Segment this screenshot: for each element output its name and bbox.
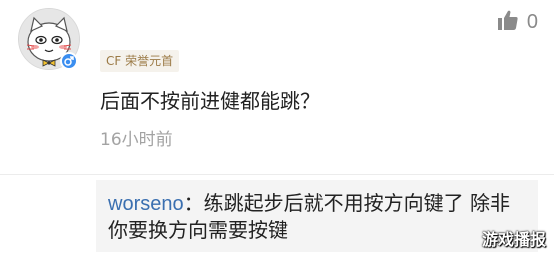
reply-username[interactable]: worseno [108, 193, 184, 215]
comment-text: 后面不按前进健都能跳？ [100, 89, 320, 113]
reply-box[interactable]: worseno：练跳起步后就不用按方向键了 除非你要换方向需要按键 [96, 180, 538, 252]
watermark: 游戏播报 [481, 230, 546, 249]
like-count: 0 [526, 11, 538, 33]
thumbs-up-icon [497, 9, 519, 35]
reply-content: worseno：练跳起步后就不用按方向键了 除非你要换方向需要按键 [108, 190, 522, 243]
divider [0, 174, 554, 175]
comment-timestamp: 16小时前 [100, 130, 173, 150]
reply-colon: ： [183, 191, 204, 215]
male-gender-icon [60, 52, 78, 70]
rank-badge: CF 荣誉元首 [100, 50, 180, 72]
comment-card: 0 CF 荣誉元首 后面不按前进健都能跳？ 16小时前 worseno：练跳起步… [0, 0, 554, 258]
like-button[interactable]: 0 [497, 10, 538, 34]
